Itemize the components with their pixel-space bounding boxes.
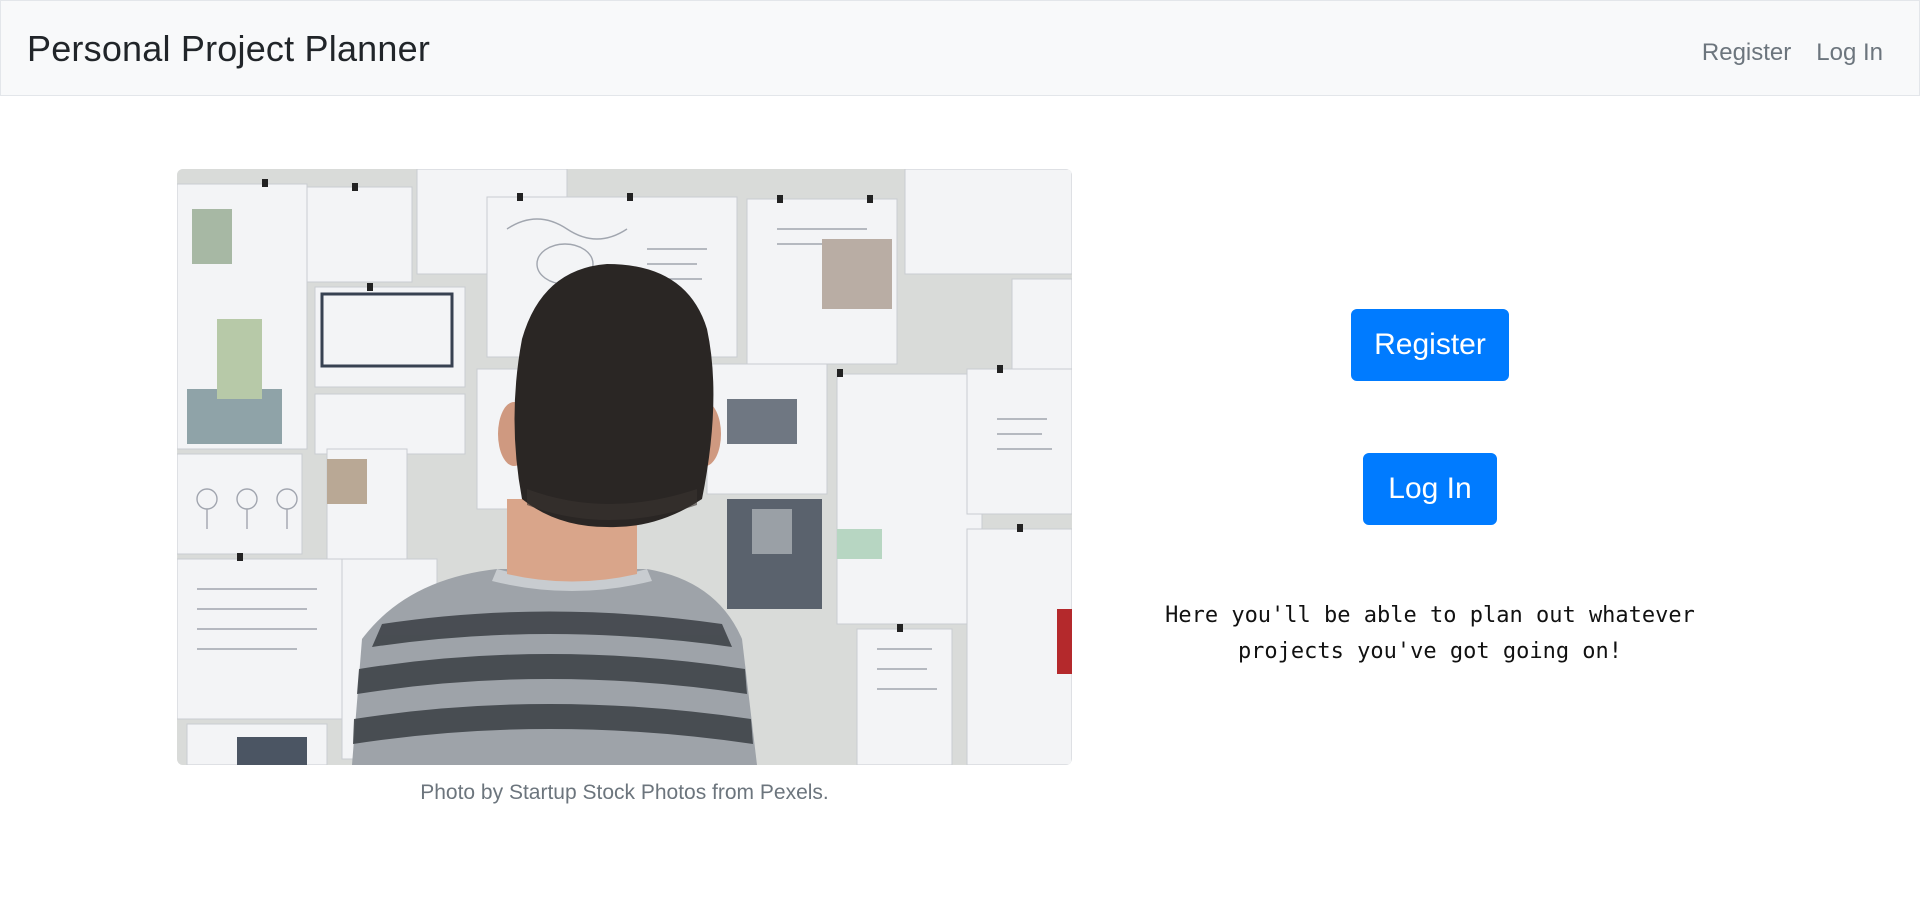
hero-photo xyxy=(177,169,1072,765)
hero-photo-illustration xyxy=(177,169,1072,765)
nav-register-link[interactable]: Register xyxy=(1702,39,1791,67)
navbar: Personal Project Planner Register Log In xyxy=(0,0,1920,96)
nav-login-link[interactable]: Log In xyxy=(1816,39,1883,67)
photo-caption: Photo by Startup Stock Photos from Pexel… xyxy=(420,781,829,804)
nav-links: Register Log In xyxy=(1702,29,1883,67)
tagline-text: Here you'll be able to plan out whatever… xyxy=(1165,603,1695,664)
login-button[interactable]: Log In xyxy=(1363,453,1497,525)
brand-title[interactable]: Personal Project Planner xyxy=(27,26,430,70)
register-button[interactable]: Register xyxy=(1351,309,1509,381)
